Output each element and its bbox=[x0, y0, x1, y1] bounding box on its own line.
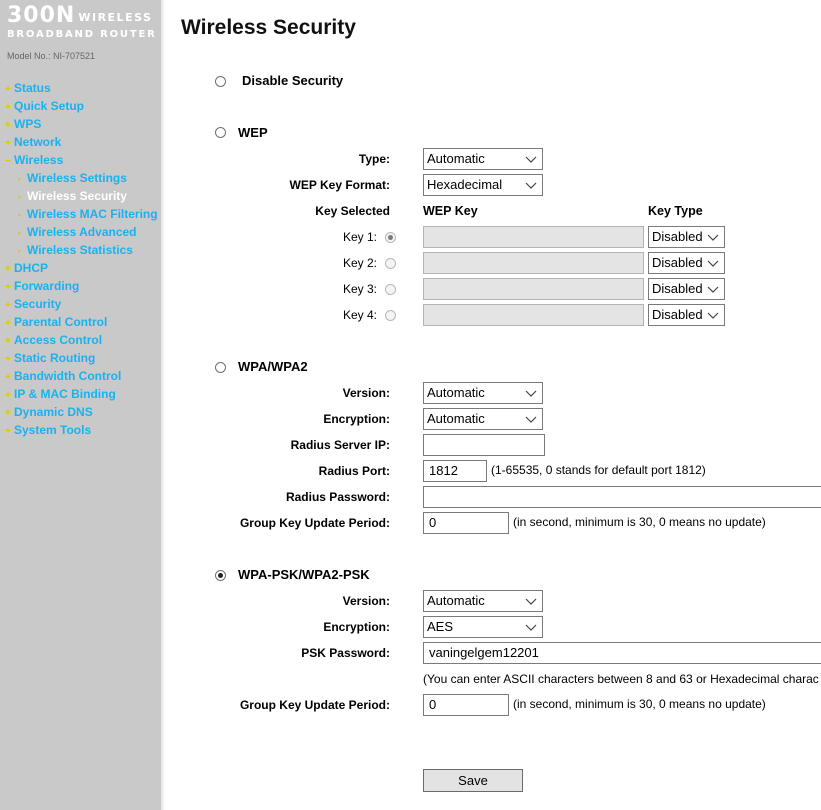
nav-wps[interactable]: + WPS bbox=[5, 115, 41, 133]
logo-subtitle: BROADBAND ROUTER bbox=[7, 29, 157, 40]
key-selected-header: Key Selected bbox=[315, 204, 390, 218]
disable-security-label: Disable Security bbox=[242, 73, 344, 88]
psk-encryption-select[interactable]: AES bbox=[423, 616, 543, 638]
nav-static-routing[interactable]: + Static Routing bbox=[5, 349, 95, 367]
radius-server-ip-label: Radius Server IP: bbox=[290, 438, 390, 452]
nav-wireless-advanced[interactable]: • Wireless Advanced bbox=[18, 223, 137, 241]
wep-type-select[interactable]: Automatic bbox=[423, 148, 543, 170]
psk-version-label: Version: bbox=[342, 594, 390, 608]
save-button[interactable]: Save bbox=[423, 769, 523, 792]
radius-server-ip-input[interactable] bbox=[423, 434, 545, 456]
wep-key-1-input[interactable] bbox=[423, 226, 644, 248]
wpa-group-key-label: Group Key Update Period: bbox=[239, 516, 390, 530]
wpa-encryption-label: Encryption: bbox=[323, 412, 390, 426]
disable-security-radio[interactable] bbox=[215, 76, 226, 87]
nav-wireless-statistics[interactable]: • Wireless Statistics bbox=[18, 241, 133, 259]
chevron-down-icon bbox=[525, 595, 537, 607]
nav-status[interactable]: + Status bbox=[5, 79, 51, 97]
chevron-down-icon bbox=[707, 257, 719, 269]
wpa-psk-radio[interactable] bbox=[215, 570, 226, 581]
wep-label: WEP bbox=[238, 125, 268, 140]
key-1-label: Key 1: bbox=[342, 230, 377, 244]
key-1-radio[interactable] bbox=[385, 232, 396, 243]
nav-wireless-mac-filtering[interactable]: • Wireless MAC Filtering bbox=[18, 205, 158, 223]
psk-encryption-label: Encryption: bbox=[323, 620, 390, 634]
nav-system-tools[interactable]: + System Tools bbox=[5, 421, 91, 439]
key-1-type-select[interactable]: Disabled bbox=[648, 226, 725, 248]
radius-password-input[interactable] bbox=[423, 486, 821, 508]
wpa-radio[interactable] bbox=[215, 362, 226, 373]
radius-port-hint: (1-65535, 0 stands for default port 1812… bbox=[491, 463, 706, 477]
key-type-header: Key Type bbox=[648, 204, 703, 218]
wpa-group-key-hint: (in second, minimum is 30, 0 means no up… bbox=[513, 515, 766, 529]
nav-wireless[interactable]: − Wireless bbox=[5, 151, 63, 169]
nav-dhcp[interactable]: + DHCP bbox=[5, 259, 48, 277]
psk-password-hint: (You can enter ASCII characters between … bbox=[423, 672, 819, 686]
wep-key-3-input[interactable] bbox=[423, 278, 644, 300]
chevron-down-icon bbox=[525, 153, 537, 165]
radius-port-label: Radius Port: bbox=[318, 464, 390, 478]
wep-key-format-select[interactable]: Hexadecimal bbox=[423, 174, 543, 196]
nav-quick-setup[interactable]: + Quick Setup bbox=[5, 97, 84, 115]
psk-group-key-input[interactable]: 0 bbox=[423, 694, 509, 716]
psk-group-key-hint: (in second, minimum is 30, 0 means no up… bbox=[513, 697, 766, 711]
nav-wireless-security[interactable]: • Wireless Security bbox=[18, 187, 127, 205]
main-content: Wireless Security Disable Security WEP T… bbox=[162, 0, 821, 810]
key-2-label: Key 2: bbox=[342, 256, 377, 270]
key-3-label: Key 3: bbox=[342, 282, 377, 296]
wpa-label: WPA/WPA2 bbox=[238, 359, 308, 374]
model-number: Model No.: NI-707521 bbox=[7, 51, 96, 61]
logo-title: 300N WIRELESS bbox=[7, 4, 152, 30]
nav-ip-mac-binding[interactable]: + IP & MAC Binding bbox=[5, 385, 116, 403]
nav-security[interactable]: + Security bbox=[5, 295, 61, 313]
chevron-down-icon bbox=[707, 231, 719, 243]
logo-300n: 300N bbox=[7, 3, 76, 28]
nav-parental-control[interactable]: + Parental Control bbox=[5, 313, 107, 331]
radius-password-label: Radius Password: bbox=[285, 490, 390, 504]
key-2-radio[interactable] bbox=[385, 258, 396, 269]
psk-group-key-label: Group Key Update Period: bbox=[239, 698, 390, 712]
wpa-psk-label: WPA-PSK/WPA2-PSK bbox=[238, 567, 370, 582]
wpa-encryption-select[interactable]: Automatic bbox=[423, 408, 543, 430]
wpa-version-label: Version: bbox=[342, 386, 390, 400]
minus-icon: − bbox=[5, 156, 11, 167]
key-4-radio[interactable] bbox=[385, 310, 396, 321]
sidebar: 300N WIRELESS BROADBAND ROUTER Model No.:… bbox=[0, 0, 165, 810]
logo-wireless: WIRELESS bbox=[78, 11, 153, 24]
nav-forwarding[interactable]: + Forwarding bbox=[5, 277, 79, 295]
psk-version-select[interactable]: Automatic bbox=[423, 590, 543, 612]
key-3-type-select[interactable]: Disabled bbox=[648, 278, 725, 300]
wep-type-label: Type: bbox=[358, 152, 390, 166]
wep-key-2-input[interactable] bbox=[423, 252, 644, 274]
nav-wireless-settings[interactable]: • Wireless Settings bbox=[18, 169, 127, 187]
wep-key-header: WEP Key bbox=[423, 204, 478, 218]
chevron-down-icon bbox=[525, 179, 537, 191]
radius-port-input[interactable]: 1812 bbox=[423, 460, 487, 482]
nav-bandwidth-control[interactable]: + Bandwidth Control bbox=[5, 367, 121, 385]
key-4-label: Key 4: bbox=[342, 308, 377, 322]
psk-password-label: PSK Password: bbox=[301, 646, 390, 660]
wpa-version-select[interactable]: Automatic bbox=[423, 382, 543, 404]
wep-radio[interactable] bbox=[215, 127, 226, 138]
chevron-down-icon bbox=[525, 413, 537, 425]
page-title: Wireless Security bbox=[181, 16, 356, 39]
key-3-radio[interactable] bbox=[385, 284, 396, 295]
wpa-group-key-input[interactable]: 0 bbox=[423, 512, 509, 534]
key-2-type-select[interactable]: Disabled bbox=[648, 252, 725, 274]
wep-key-format-label: WEP Key Format: bbox=[289, 178, 390, 192]
wep-key-4-input[interactable] bbox=[423, 304, 644, 326]
chevron-down-icon bbox=[707, 283, 719, 295]
chevron-down-icon bbox=[707, 309, 719, 321]
nav-network[interactable]: + Network bbox=[5, 133, 61, 151]
chevron-down-icon bbox=[525, 387, 537, 399]
plus-icon: + bbox=[5, 426, 11, 437]
psk-password-input[interactable]: vaningelgem12201 bbox=[423, 642, 821, 664]
chevron-down-icon bbox=[525, 621, 537, 633]
nav-access-control[interactable]: + Access Control bbox=[5, 331, 102, 349]
key-4-type-select[interactable]: Disabled bbox=[648, 304, 725, 326]
nav-dynamic-dns[interactable]: + Dynamic DNS bbox=[5, 403, 93, 421]
